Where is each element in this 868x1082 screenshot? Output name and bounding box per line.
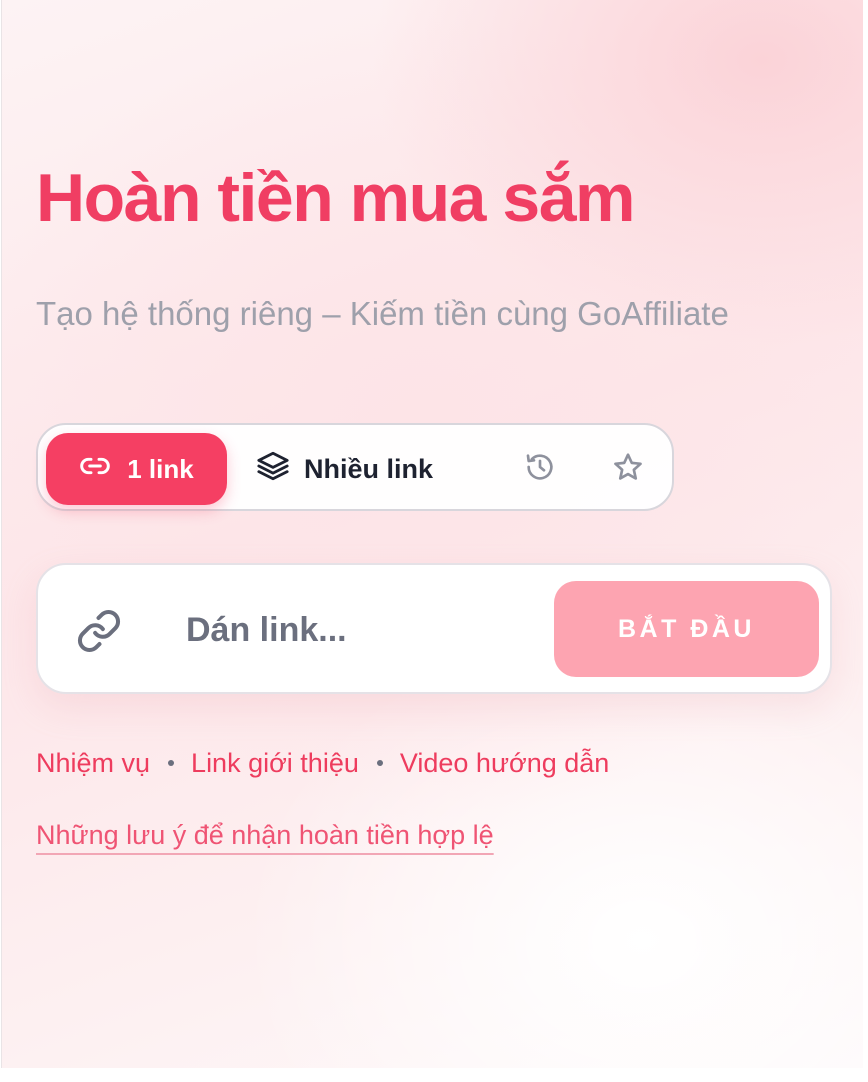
link-mode-switcher: 1 link Nhiều link	[36, 423, 674, 511]
tab-multiple-links-label: Nhiều link	[304, 453, 434, 484]
page-title: Hoàn tiền mua sắm	[36, 160, 636, 236]
history-icon	[524, 451, 556, 488]
separator-dot	[168, 760, 175, 766]
star-icon	[612, 451, 644, 488]
link-icon	[76, 608, 122, 654]
link-icon	[79, 450, 111, 489]
link-input-card: BẮT ĐẦU	[36, 563, 832, 694]
tab-single-link[interactable]: 1 link	[46, 433, 227, 505]
cashback-notes-link[interactable]: Những lưu ý để nhận hoàn tiền hợp lệ	[36, 815, 494, 855]
separator-dot	[376, 760, 383, 766]
favorites-button[interactable]	[608, 449, 648, 489]
video-guide-link[interactable]: Video hướng dẫn	[400, 743, 609, 783]
link-input[interactable]	[186, 605, 546, 655]
tab-multiple-links[interactable]: Nhiều link	[256, 433, 433, 505]
layers-icon	[256, 449, 290, 490]
tab-single-link-label: 1 link	[127, 453, 194, 484]
page-subtitle: Tạo hệ thống riêng – Kiếm tiền cùng GoAf…	[36, 295, 729, 332]
referral-link[interactable]: Link giới thiệu	[191, 743, 359, 783]
missions-link[interactable]: Nhiệm vụ	[36, 743, 150, 783]
start-button[interactable]: BẮT ĐẦU	[554, 581, 819, 677]
history-button[interactable]	[520, 449, 560, 489]
quick-links: Nhiệm vụ Link giới thiệu Video hướng dẫn	[36, 743, 609, 783]
cashback-page: Hoàn tiền mua sắm Tạo hệ thống riêng – K…	[1, 0, 863, 1068]
